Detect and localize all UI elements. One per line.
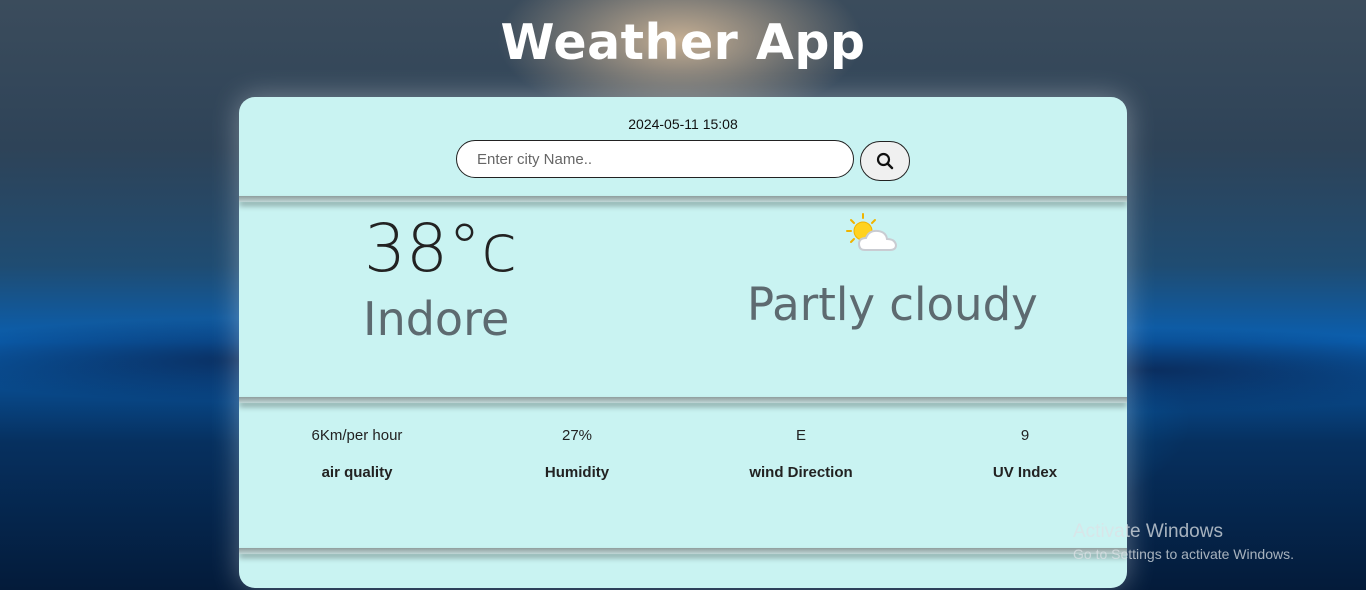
stat-value: 27% xyxy=(561,427,593,444)
stat-humidity: 27% Humidity xyxy=(477,427,677,481)
weather-condition: Partly cloudy xyxy=(747,278,1038,331)
search-icon xyxy=(876,152,894,170)
stat-value: E xyxy=(795,427,806,444)
stat-air-quality: 6Km/per hour air quality xyxy=(257,427,457,481)
app-title: Weather App xyxy=(500,14,866,71)
watermark-subtitle: Go to Settings to activate Windows. xyxy=(1073,546,1294,562)
city-name: Indore xyxy=(363,292,510,346)
stat-value: 6Km/per hour xyxy=(311,427,403,444)
current-datetime: 2024-05-11 15:08 xyxy=(628,116,738,132)
search-button[interactable] xyxy=(860,141,910,181)
card-header: 2024-05-11 15:08 xyxy=(239,97,1127,196)
windows-activation-watermark: Activate Windows Go to Settings to activ… xyxy=(1073,521,1294,562)
stat-label: UV Index xyxy=(992,464,1058,481)
watermark-title: Activate Windows xyxy=(1073,521,1223,542)
card-footer xyxy=(239,554,1127,588)
stat-label: Humidity xyxy=(544,464,610,481)
current-weather: 38°c Indore Partly cloudy xyxy=(239,202,1127,397)
partly-cloudy-icon xyxy=(846,213,898,251)
stat-value: 9 xyxy=(1020,427,1030,444)
city-search-input[interactable] xyxy=(456,140,854,178)
stat-label: wind Direction xyxy=(749,464,853,481)
weather-card: 2024-05-11 15:08 38°c Indore Partly clou… xyxy=(239,97,1127,588)
weather-stats: 6Km/per hour air quality 27% Humidity E … xyxy=(239,403,1127,548)
stat-uv-index: 9 UV Index xyxy=(925,427,1125,481)
stat-label: air quality xyxy=(321,464,393,481)
stat-wind-direction: E wind Direction xyxy=(701,427,901,481)
temperature: 38°c xyxy=(364,210,518,287)
